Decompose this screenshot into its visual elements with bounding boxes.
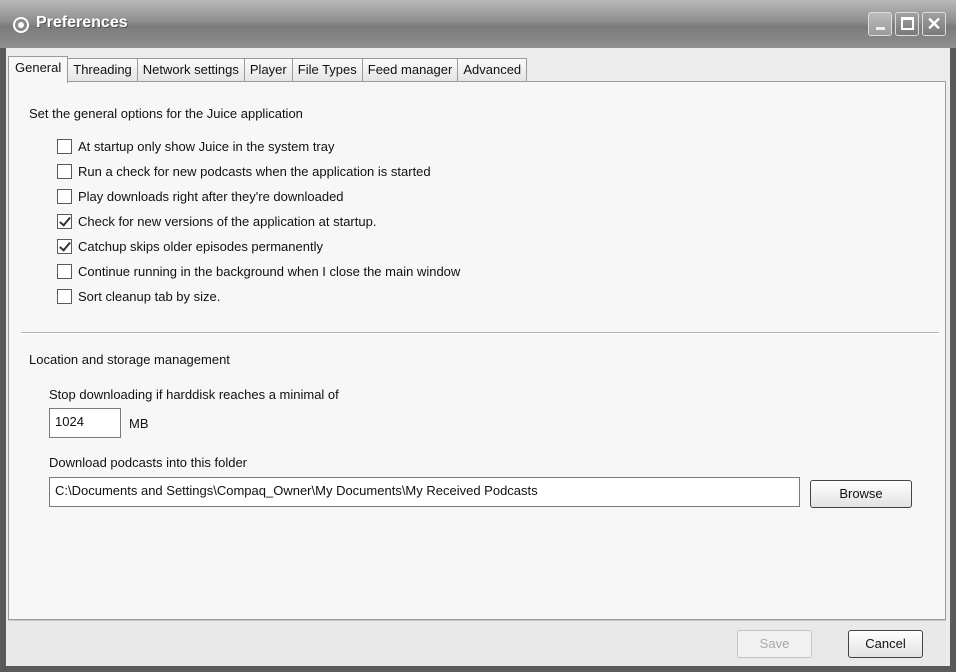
cancel-button[interactable]: Cancel bbox=[848, 630, 923, 658]
min-disk-label: Stop downloading if harddisk reaches a m… bbox=[49, 387, 339, 402]
tab-feed-manager[interactable]: Feed manager bbox=[361, 58, 459, 82]
general-tab-panel: Set the general options for the Juice ap… bbox=[8, 81, 946, 620]
checkbox[interactable] bbox=[57, 163, 72, 179]
title-bar[interactable]: Preferences ✕ bbox=[0, 0, 956, 48]
tab-general[interactable]: General bbox=[8, 56, 69, 83]
option-play-downloads[interactable]: Play downloads right after they're downl… bbox=[57, 187, 344, 205]
general-options-heading: Set the general options for the Juice ap… bbox=[29, 106, 303, 121]
checkbox[interactable] bbox=[57, 238, 72, 254]
option-check-new-podcasts[interactable]: Run a check for new podcasts when the ap… bbox=[57, 162, 431, 180]
folder-input[interactable]: C:\Documents and Settings\Compaq_Owner\M… bbox=[49, 477, 800, 507]
section-divider bbox=[21, 332, 939, 334]
tab-player[interactable]: Player bbox=[243, 58, 293, 82]
option-sort-cleanup[interactable]: Sort cleanup tab by size. bbox=[57, 287, 220, 305]
option-catchup-skips[interactable]: Catchup skips older episodes permanently bbox=[57, 237, 323, 255]
tab-network-settings[interactable]: Network settings bbox=[136, 58, 245, 82]
maximize-button[interactable] bbox=[895, 12, 919, 36]
option-label: At startup only show Juice in the system… bbox=[78, 138, 335, 154]
tab-threading[interactable]: Threading bbox=[67, 58, 138, 82]
folder-label: Download podcasts into this folder bbox=[49, 455, 248, 470]
option-label: Check for new versions of the applicatio… bbox=[78, 213, 377, 229]
checkbox[interactable] bbox=[57, 213, 72, 229]
maximize-icon bbox=[901, 17, 914, 30]
option-check-new-versions[interactable]: Check for new versions of the applicatio… bbox=[57, 212, 376, 230]
storage-heading: Location and storage management bbox=[29, 352, 230, 367]
minimize-icon bbox=[876, 27, 885, 30]
window-title: Preferences bbox=[36, 14, 128, 31]
option-label: Play downloads right after they're downl… bbox=[78, 188, 344, 204]
tab-strip: General Threading Network settings Playe… bbox=[8, 56, 528, 83]
min-disk-input[interactable]: 1024 bbox=[49, 408, 121, 438]
tab-advanced[interactable]: Advanced bbox=[457, 58, 528, 82]
close-icon: ✕ bbox=[926, 14, 942, 34]
save-button[interactable]: Save bbox=[737, 630, 812, 658]
option-run-in-background[interactable]: Continue running in the background when … bbox=[57, 262, 460, 280]
tab-file-types[interactable]: File Types bbox=[291, 58, 363, 82]
close-button[interactable]: ✕ bbox=[922, 12, 946, 36]
option-label: Catchup skips older episodes permanently bbox=[78, 238, 323, 254]
checkbox[interactable] bbox=[57, 188, 72, 204]
option-label: Continue running in the background when … bbox=[78, 263, 461, 279]
checkbox[interactable] bbox=[57, 263, 72, 279]
app-icon bbox=[13, 17, 29, 33]
checkbox[interactable] bbox=[57, 288, 72, 304]
min-disk-unit: MB bbox=[129, 416, 149, 431]
checkbox[interactable] bbox=[57, 138, 72, 154]
minimize-button[interactable] bbox=[868, 12, 892, 36]
dialog-footer: Save Cancel bbox=[8, 620, 946, 666]
option-startup-tray[interactable]: At startup only show Juice in the system… bbox=[57, 137, 335, 155]
browse-button[interactable]: Browse bbox=[810, 480, 912, 508]
option-label: Run a check for new podcasts when the ap… bbox=[78, 163, 431, 179]
option-label: Sort cleanup tab by size. bbox=[78, 288, 221, 304]
